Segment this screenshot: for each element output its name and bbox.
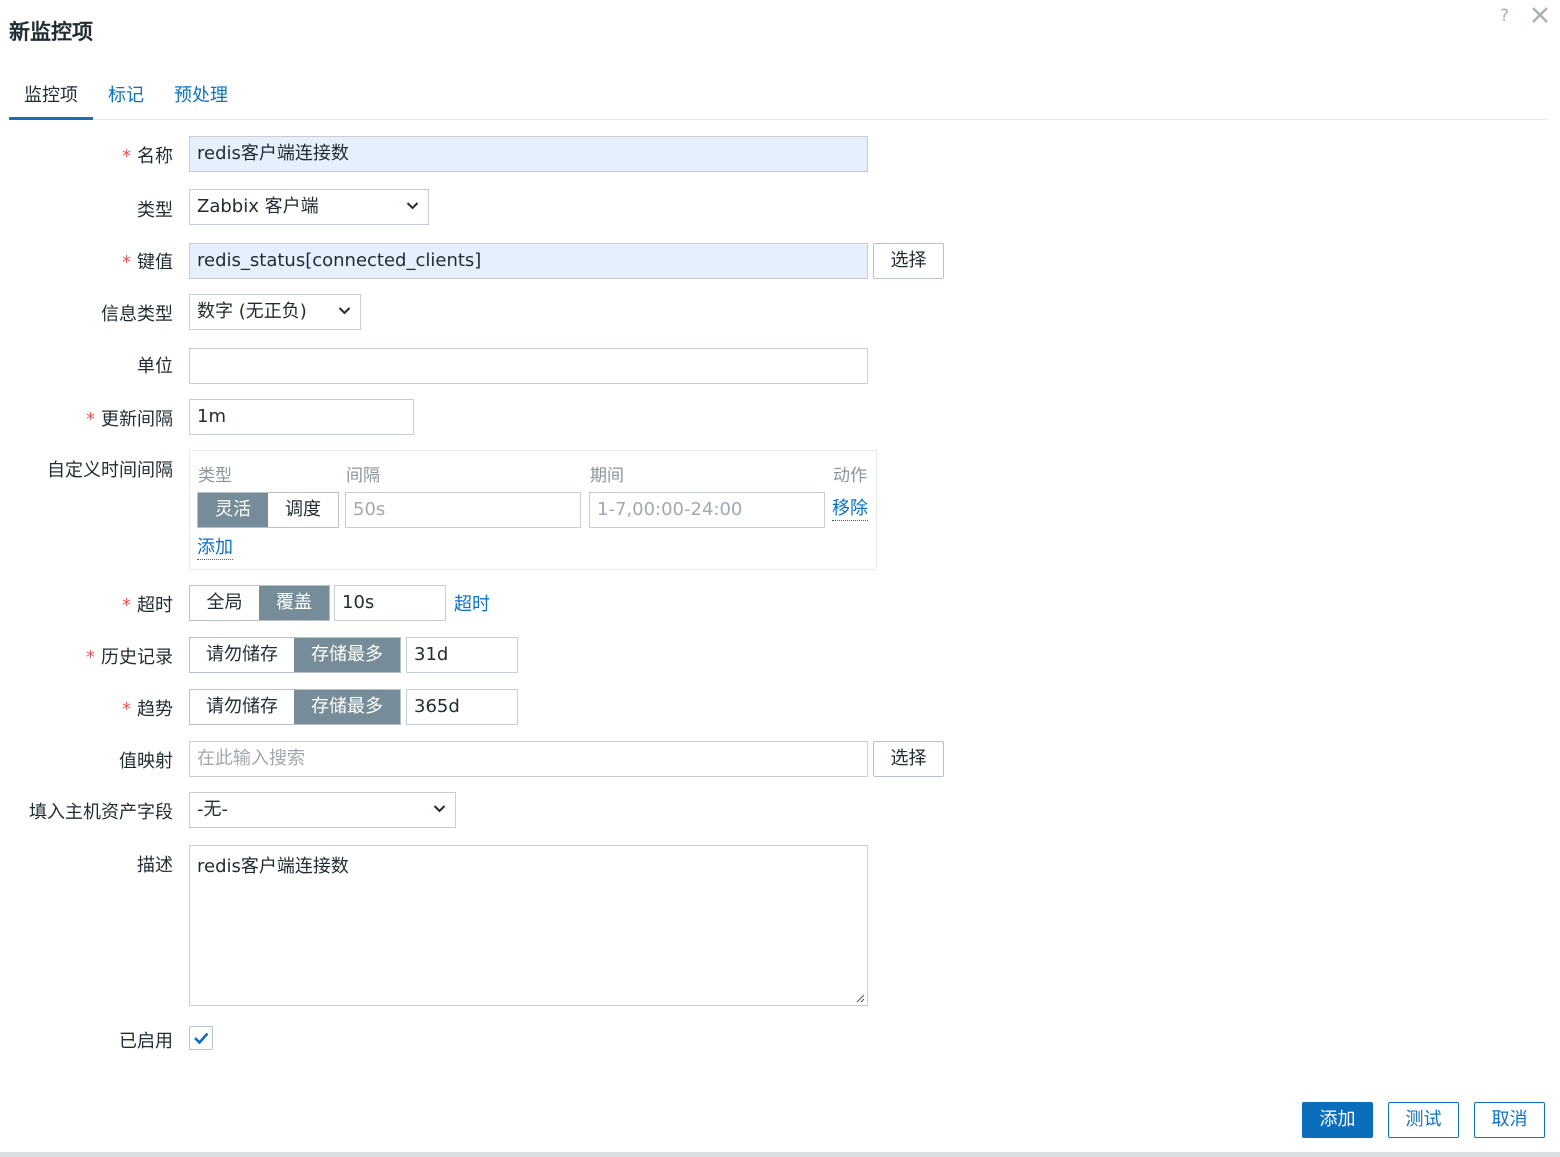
type-select-value: Zabbix 客户端: [197, 196, 319, 217]
add-interval-link[interactable]: 添加: [197, 537, 233, 560]
resize-grip-icon[interactable]: [855, 993, 865, 1003]
timeout-toggle: 全局 覆盖: [189, 585, 330, 621]
cancel-button[interactable]: 取消: [1474, 1102, 1545, 1138]
history-store-option[interactable]: 存储最多: [294, 638, 400, 672]
interval-type-toggle: 灵活 调度: [197, 492, 339, 528]
inventory-select[interactable]: -无-: [189, 792, 456, 828]
value-mapping-select-button[interactable]: 选择: [873, 741, 944, 777]
custom-intervals-header-interval: 间隔: [346, 466, 380, 486]
trends-no-store-option[interactable]: 请勿储存: [190, 690, 294, 724]
info-type-label: 信息类型: [101, 304, 173, 325]
trends-label: * 趋势: [122, 699, 173, 720]
period-input[interactable]: 1-7,00:00-24:00: [589, 492, 825, 528]
history-toggle: 请勿储存 存储最多: [189, 637, 401, 673]
chevron-down-icon: [433, 805, 446, 813]
checkmark-icon: [194, 1032, 209, 1045]
timeout-input[interactable]: 10s: [334, 585, 446, 621]
close-icon[interactable]: [1530, 4, 1550, 26]
scheduling-option[interactable]: 调度: [268, 493, 338, 527]
info-type-select-value: 数字 (无正负): [197, 301, 307, 322]
custom-intervals-header-type: 类型: [198, 466, 232, 486]
trends-store-option[interactable]: 存储最多: [294, 690, 400, 724]
tab-tags[interactable]: 标记: [93, 84, 159, 120]
inventory-select-value: -无-: [197, 799, 228, 820]
trends-toggle: 请勿储存 存储最多: [189, 689, 401, 725]
enabled-label: 已启用: [119, 1031, 173, 1052]
test-button[interactable]: 测试: [1388, 1102, 1459, 1138]
type-label: 类型: [137, 200, 173, 221]
description-textarea[interactable]: redis客户端连接数: [189, 845, 868, 1006]
timeout-label: * 超时: [122, 595, 173, 616]
interval-input[interactable]: 50s: [345, 492, 581, 528]
units-input[interactable]: [189, 348, 868, 384]
update-interval-input[interactable]: 1m: [189, 399, 414, 435]
tab-preprocessing[interactable]: 预处理: [159, 84, 243, 120]
chevron-down-icon: [338, 307, 351, 315]
enabled-checkbox[interactable]: [189, 1026, 213, 1050]
chevron-down-icon: [406, 202, 419, 210]
update-interval-label: * 更新间隔: [86, 409, 173, 430]
type-select[interactable]: Zabbix 客户端: [189, 189, 429, 225]
custom-intervals-label: 自定义时间间隔: [47, 460, 173, 481]
info-type-select[interactable]: 数字 (无正负): [189, 294, 361, 330]
name-label: * 名称: [122, 146, 173, 167]
tab-item[interactable]: 监控项: [9, 84, 93, 120]
bottom-divider: [0, 1152, 1560, 1157]
flexible-option[interactable]: 灵活: [198, 493, 268, 527]
history-input[interactable]: 31d: [406, 637, 518, 673]
history-no-store-option[interactable]: 请勿储存: [190, 638, 294, 672]
key-select-button[interactable]: 选择: [873, 243, 944, 279]
timeout-link[interactable]: 超时: [454, 590, 490, 616]
history-label: * 历史记录: [86, 647, 173, 668]
custom-intervals-table: 类型 间隔 期间 动作 灵活 调度 50s 1-7,00:00-24:00 移除…: [189, 450, 877, 570]
remove-interval-link[interactable]: 移除: [832, 498, 868, 521]
help-icon[interactable]: ?: [1500, 6, 1509, 26]
trends-input[interactable]: 365d: [406, 689, 518, 725]
timeout-global-option[interactable]: 全局: [190, 586, 259, 620]
description-label: 描述: [137, 855, 173, 876]
name-input[interactable]: redis客户端连接数: [189, 136, 868, 172]
value-mapping-label: 值映射: [119, 751, 173, 772]
custom-intervals-header-action: 动作: [833, 466, 867, 486]
description-text: redis客户端连接数: [197, 856, 349, 877]
custom-intervals-header-period: 期间: [590, 466, 624, 486]
tab-bar: 监控项 标记 预处理: [9, 84, 1547, 120]
inventory-label: 填入主机资产字段: [29, 802, 173, 823]
value-mapping-input[interactable]: 在此输入搜索: [189, 741, 868, 777]
key-input[interactable]: redis_status[connected_clients]: [189, 243, 868, 279]
key-label: * 键值: [122, 252, 173, 273]
units-label: 单位: [137, 356, 173, 377]
dialog-title: 新监控项: [9, 20, 93, 44]
timeout-override-option[interactable]: 覆盖: [259, 586, 329, 620]
add-button[interactable]: 添加: [1302, 1102, 1373, 1138]
